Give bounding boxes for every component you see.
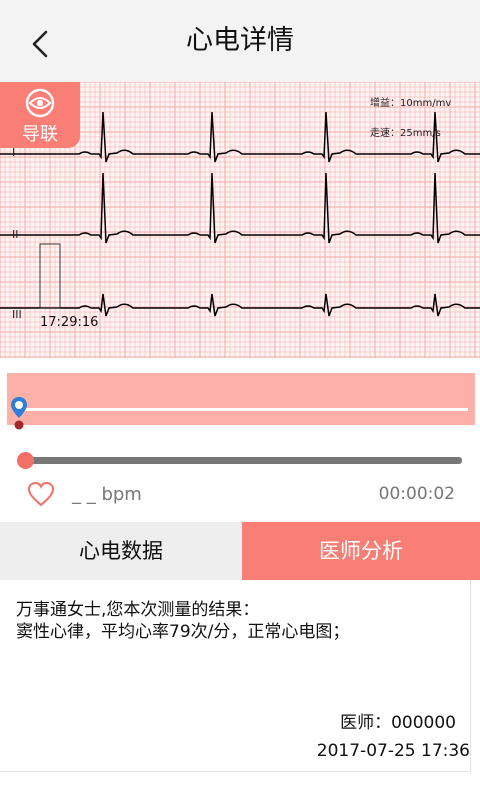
top-bar: 心电详情 [0,0,480,82]
heart-rate-value: _ _ bpm [72,484,142,505]
lead-label-ii: II [12,228,19,241]
bottom-divider [0,771,468,772]
eye-icon [25,88,55,118]
analysis-text: 窦性心律，平均心率79次/分，正常心电图； [16,622,350,642]
lead-button-label: 导联 [22,124,58,145]
analysis-datetime: 2017-07-25 17:36 [316,741,470,761]
doctor-id: 医师：000000 [340,713,456,733]
speed-label: 走速：25mm/s [370,128,441,139]
playback-progress-slider[interactable] [17,452,462,469]
heart-icon [27,481,55,507]
timeline-track [17,408,468,411]
analysis-greeting: 万事通女士,您本次测量的结果： [16,600,260,620]
right-divider [470,580,471,772]
page-title: 心电详情 [186,25,294,56]
tab-bar: 心电数据 医师分析 [0,522,480,580]
tab-ecg-data[interactable]: 心电数据 [0,522,242,580]
back-button[interactable] [22,26,58,62]
ecg-timeline[interactable] [7,373,475,430]
analysis-result: 万事通女士,您本次测量的结果： 窦性心律，平均心率79次/分，正常心电图； [16,599,466,643]
lead-label-iii: III [12,308,22,321]
chevron-left-icon [32,30,48,58]
marker-time: 17:29:16 [40,315,99,330]
gain-label: 增益：10mm/mv [370,98,452,109]
tab-doctor-analysis[interactable]: 医师分析 [242,522,480,580]
lead-select-button[interactable]: 导联 [0,82,80,148]
elapsed-time: 00:00:02 [378,484,455,504]
progress-knob[interactable] [17,452,34,469]
location-pin-icon[interactable] [9,394,29,430]
